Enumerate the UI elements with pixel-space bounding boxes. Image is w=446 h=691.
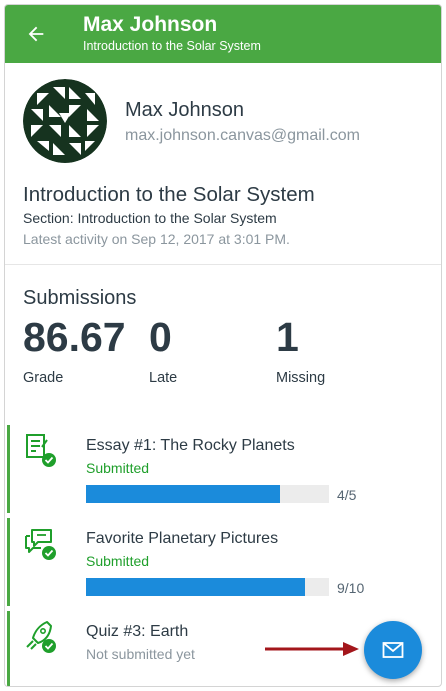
submission-status: Submitted (86, 460, 150, 476)
score-progress-fill (86, 578, 305, 596)
arrow-left-icon (28, 26, 44, 42)
grade-label: Grade (23, 370, 64, 386)
score-progress-bar (86, 485, 329, 503)
course-title: Introduction to the Solar System (23, 183, 315, 206)
submission-status: Submitted (86, 553, 150, 569)
app-bar: Max Johnson Introduction to the Solar Sy… (5, 5, 441, 63)
submission-title: Essay #1: The Rocky Planets (86, 437, 295, 454)
user-name: Max Johnson (125, 99, 244, 121)
avatar (23, 79, 107, 163)
page-title: Max Johnson (83, 13, 218, 36)
quiz-rocket-icon (26, 621, 56, 653)
submission-item[interactable]: Favorite Planetary Pictures Submitted 9/… (5, 518, 441, 606)
discussion-icon (25, 529, 56, 560)
submission-title: Favorite Planetary Pictures (86, 530, 279, 547)
submissions-heading: Submissions (23, 287, 137, 309)
submission-status: Not submitted yet (86, 646, 195, 662)
submission-accent-bar (7, 518, 10, 606)
back-button[interactable] (23, 21, 49, 47)
submission-accent-bar (7, 425, 10, 513)
divider (5, 264, 441, 265)
latest-activity: Latest activity on Sep 12, 2017 at 3:01 … (23, 231, 290, 247)
course-section: Section: Introduction to the Solar Syste… (23, 210, 277, 226)
user-email: max.johnson.canvas@gmail.com (125, 127, 361, 144)
late-value: 0 (149, 314, 172, 360)
grade-value: 86.67 (23, 314, 126, 360)
submission-accent-bar (7, 611, 10, 686)
missing-label: Missing (276, 370, 326, 386)
submission-item[interactable]: Essay #1: The Rocky Planets Submitted 4/… (5, 425, 441, 513)
score-progress-bar (86, 578, 329, 596)
submission-title: Quiz #3: Earth (86, 623, 189, 640)
compose-message-button[interactable] (364, 621, 422, 679)
submission-score: 4/5 (337, 487, 357, 503)
annotation-arrow (265, 642, 359, 656)
late-label: Late (149, 370, 178, 386)
app-frame: Max Johnson Introduction to the Solar Sy… (4, 4, 442, 687)
geometric-avatar (23, 79, 107, 163)
assignment-icon (26, 434, 56, 467)
missing-value: 1 (276, 314, 299, 360)
page-subtitle: Introduction to the Solar System (83, 39, 261, 53)
submission-score: 9/10 (337, 580, 365, 596)
envelope-icon (382, 642, 404, 658)
score-progress-fill (86, 485, 281, 503)
